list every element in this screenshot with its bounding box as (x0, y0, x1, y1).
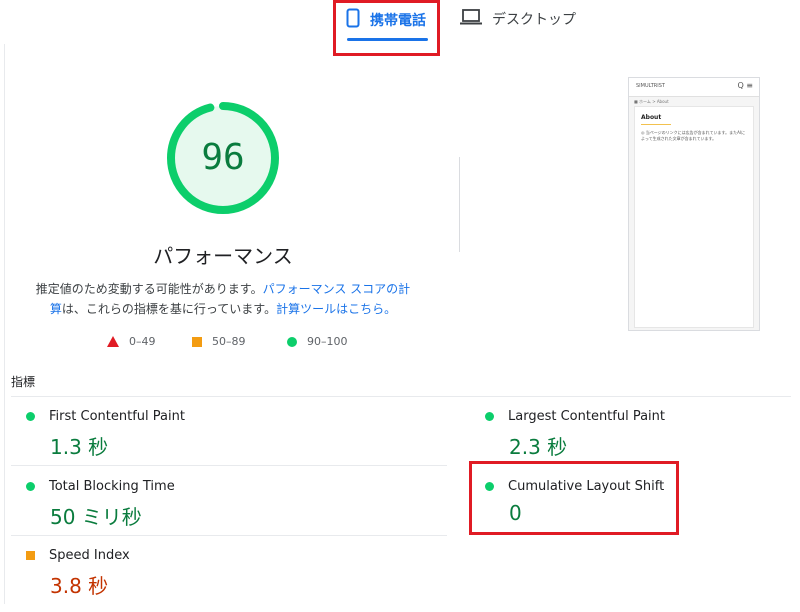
metric-fcp: First Contentful Paint (26, 409, 185, 424)
metric-lcp-label: Largest Contentful Paint (508, 409, 666, 424)
metrics-divider-top (11, 396, 791, 397)
score-description: 推定値のため変動する可能性があります。パフォーマンス スコアの計算は、これらの指… (30, 279, 416, 319)
thumb-header: SIMULTRIST Q ≡ (629, 78, 759, 97)
highlight-box-cls (469, 461, 679, 535)
circle-icon (287, 336, 297, 347)
vertical-divider (459, 157, 460, 252)
metric-tbt: Total Blocking Time (26, 479, 175, 494)
legend-range-good: 90–100 (307, 335, 348, 348)
thumb-card-title: About (641, 114, 662, 121)
square-icon (192, 336, 202, 347)
calculator-link[interactable]: 計算ツールはこちら。 (276, 302, 396, 316)
metric-fcp-label: First Contentful Paint (49, 409, 185, 424)
description-text-2: は、これらの指標を基に行っています。 (61, 302, 277, 316)
laptop-icon (460, 8, 482, 30)
thumb-card-underline (641, 124, 671, 125)
metric-speed-index: Speed Index (26, 548, 130, 563)
good-circle-icon (26, 412, 35, 421)
legend-range-poor: 0–49 (129, 335, 156, 348)
triangle-icon (107, 336, 119, 347)
thumb-logo: SIMULTRIST (636, 83, 665, 89)
good-circle-icon (485, 412, 494, 421)
average-square-icon (26, 551, 35, 560)
highlight-box-mobile-tab (333, 0, 440, 56)
tab-desktop[interactable]: デスクトップ (460, 8, 576, 30)
metric-lcp-value: 2.3 秒 (509, 435, 568, 459)
good-circle-icon (26, 482, 35, 491)
tab-desktop-label: デスクトップ (492, 12, 576, 28)
thumb-header-icons: Q ≡ (737, 81, 753, 90)
left-border (4, 44, 5, 604)
thumb-card: About ◎ 当ページのリンクには広告が含まれています。またAIによって生成さ… (634, 106, 754, 328)
metrics-divider-left-2 (11, 535, 447, 536)
performance-score: 96 (201, 137, 245, 178)
thumb-card-text: ◎ 当ページのリンクには広告が含まれています。またAIによって生成された文章が含… (641, 130, 746, 141)
thumb-breadcrumb: ■ ホーム > About (634, 99, 669, 104)
legend-average: 50–89 (192, 335, 246, 348)
metric-speed-index-label: Speed Index (49, 548, 130, 563)
metric-lcp: Largest Contentful Paint (485, 409, 665, 424)
legend-poor: 0–49 (107, 335, 156, 348)
page-screenshot-thumbnail[interactable]: SIMULTRIST Q ≡ ■ ホーム > About About ◎ 当ペー… (628, 77, 760, 331)
gauge-title: パフォーマンス (153, 244, 293, 268)
metric-speed-index-value: 3.8 秒 (50, 574, 109, 598)
metric-tbt-value: 50 ミリ秒 (50, 505, 142, 529)
metrics-divider-left-1 (11, 465, 447, 466)
metrics-title: 指標 (11, 375, 36, 389)
legend-good: 90–100 (287, 335, 348, 348)
legend-range-average: 50–89 (212, 335, 246, 348)
description-text-1: 推定値のため変動する可能性があります。 (35, 282, 263, 296)
metric-fcp-value: 1.3 秒 (50, 435, 109, 459)
metric-tbt-label: Total Blocking Time (49, 479, 175, 494)
